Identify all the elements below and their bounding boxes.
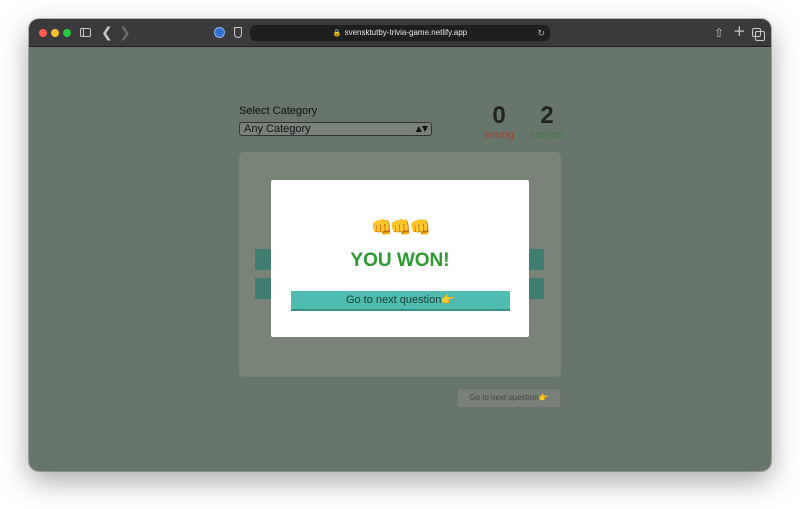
correct-count: 2	[540, 102, 554, 129]
category-select[interactable]: Any Category ▲▼	[239, 122, 432, 136]
select-arrows-icon: ▲▼	[415, 124, 428, 133]
answer-button[interactable]	[528, 249, 544, 270]
correct-score: 2 correct	[527, 102, 567, 142]
address-bar[interactable]: 🔒 svensktutby-trivia-game.netlify.app ↻	[250, 25, 550, 41]
sidebar-icon[interactable]	[80, 28, 91, 37]
answer-button[interactable]	[528, 278, 544, 299]
tabs-icon[interactable]	[752, 28, 765, 41]
next-question-button[interactable]: Go to next question👉	[291, 291, 510, 311]
answer-button[interactable]	[255, 249, 271, 270]
browser-toolbar: ❮ ❯ 🔒 svensktutby-trivia-game.netlify.app…	[29, 19, 771, 47]
globe-icon[interactable]	[214, 27, 225, 38]
fist-bump-icon: 👊👊👊	[371, 218, 431, 238]
win-title: YOU WON!	[350, 250, 450, 271]
correct-label: correct	[530, 129, 564, 141]
share-icon[interactable]: ⇧	[714, 25, 724, 41]
wrong-count: 0	[492, 102, 506, 129]
answer-button[interactable]	[255, 278, 271, 299]
page-content: Select Category Any Category ▲▼ 0 wrong …	[29, 47, 771, 471]
browser-window: ❮ ❯ 🔒 svensktutby-trivia-game.netlify.app…	[29, 19, 771, 471]
win-modal: 👊👊👊 YOU WON! Go to next question👉	[271, 180, 529, 337]
minimize-window-button[interactable]	[51, 29, 59, 37]
back-icon[interactable]: ❮	[101, 25, 113, 41]
category-selected-value: Any Category	[244, 123, 311, 135]
wrong-label: wrong	[484, 129, 514, 141]
wrong-score: 0 wrong	[479, 102, 519, 142]
reload-icon[interactable]: ↻	[537, 25, 545, 41]
close-window-button[interactable]	[39, 29, 47, 37]
category-label: Select Category	[239, 105, 318, 117]
url-text: svensktutby-trivia-game.netlify.app	[344, 28, 468, 37]
shield-icon[interactable]	[234, 27, 242, 38]
forward-icon[interactable]: ❯	[119, 25, 131, 41]
plus-icon[interactable]: +	[733, 23, 746, 39]
next-question-button-background[interactable]: Go to next question👉	[457, 388, 561, 408]
zoom-window-button[interactable]	[63, 29, 71, 37]
lock-icon: 🔒	[332, 30, 342, 37]
